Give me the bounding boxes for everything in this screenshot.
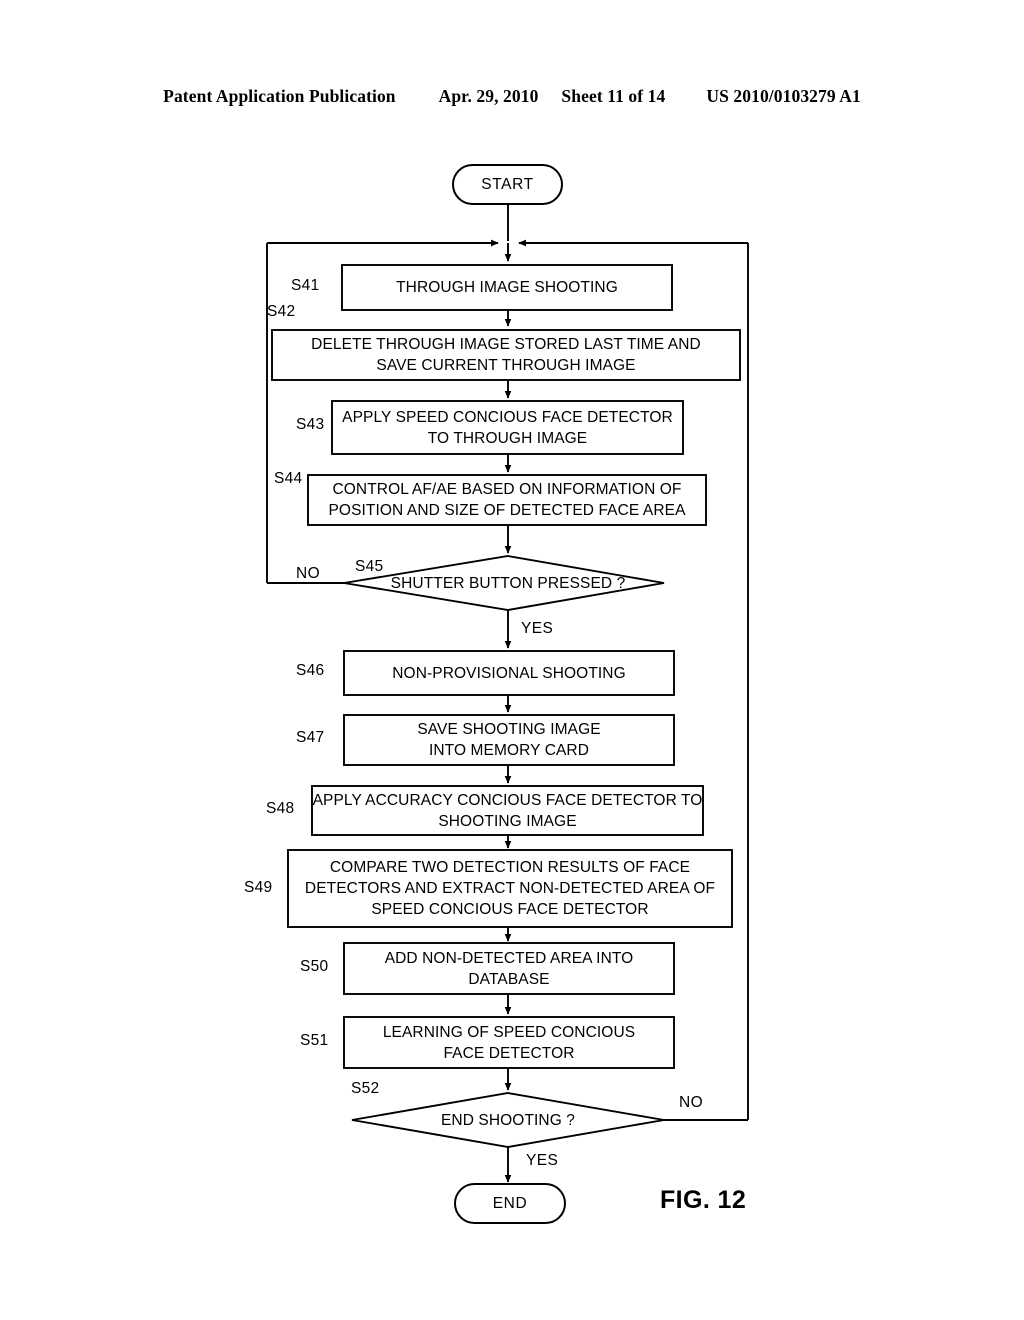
s48-step-id: S48 — [266, 800, 295, 817]
s45-diamond — [343, 555, 665, 611]
s43-step-id: S43 — [296, 416, 325, 433]
s46-box — [343, 650, 675, 696]
s49-step-id: S49 — [244, 879, 273, 896]
s52-yes-label: YES — [526, 1152, 559, 1169]
s49-box — [287, 849, 733, 928]
s50-box — [343, 942, 675, 995]
s52-no-label: NO — [679, 1094, 704, 1111]
s41-box — [341, 264, 673, 311]
s42-step-id: S42 — [267, 303, 296, 320]
s41-step-id: S41 — [291, 277, 320, 294]
flowchart-svg — [266, 164, 749, 1224]
s46-step-id: S46 — [296, 662, 325, 679]
s48-box — [311, 785, 704, 836]
s50-step-id: S50 — [300, 958, 329, 975]
s52-diamond — [351, 1092, 665, 1148]
s43-box — [331, 400, 684, 455]
s47-step-id: S47 — [296, 729, 325, 746]
s44-box — [307, 474, 707, 526]
figure-label: FIG. 12 — [660, 1186, 747, 1214]
s45-step-id: S45 — [355, 558, 384, 575]
end-terminal-shape — [454, 1183, 566, 1224]
flowchart-figure: START END S41 THROUGH IMAGE SHOOTING S42… — [0, 0, 1024, 1320]
s47-box — [343, 714, 675, 766]
start-terminal-shape — [452, 164, 563, 205]
s44-step-id: S44 — [274, 470, 303, 487]
s45-yes-label: YES — [521, 620, 554, 637]
s42-box — [271, 329, 741, 381]
s51-box — [343, 1016, 675, 1069]
s52-step-id: S52 — [351, 1080, 380, 1097]
s45-no-label: NO — [296, 565, 321, 582]
s51-step-id: S51 — [300, 1032, 329, 1049]
